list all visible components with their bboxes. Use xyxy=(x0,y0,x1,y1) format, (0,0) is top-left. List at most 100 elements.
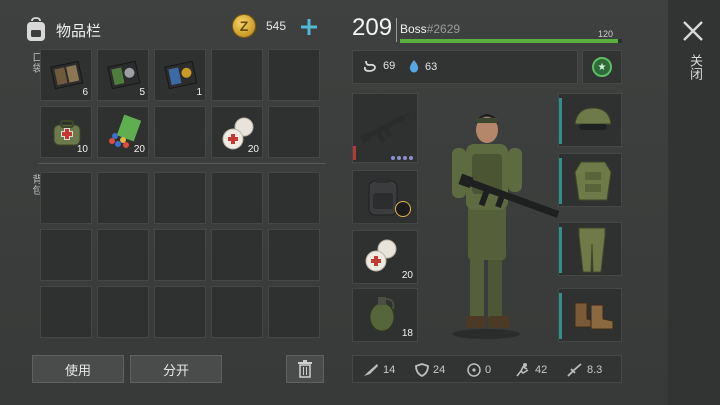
pocket-slot-empty[interactable] xyxy=(211,49,263,101)
xp-bar-fill xyxy=(400,39,618,43)
food-value: 69 xyxy=(383,60,396,72)
coin-amount: 545 xyxy=(266,19,287,33)
stealth-value: 8.3 xyxy=(587,364,603,376)
header-separator xyxy=(396,18,397,42)
speed-stat: 42 xyxy=(513,363,547,377)
player-name-text: Boss xyxy=(400,22,427,36)
police-badge-icon xyxy=(164,60,198,90)
radiation-value: 0 xyxy=(485,364,492,376)
helmet-slot[interactable] xyxy=(558,93,622,147)
boots-icon xyxy=(574,302,614,330)
pocket-slot[interactable]: 1 xyxy=(154,49,206,101)
slot-quantity: 20 xyxy=(247,144,259,155)
backpack-slot-empty[interactable] xyxy=(97,229,149,281)
backpack-equip-slot[interactable] xyxy=(352,170,418,224)
water-stat: 63 xyxy=(409,60,437,73)
backpack-grid xyxy=(40,172,320,338)
xp-bar xyxy=(400,39,622,43)
backpack-slot-empty[interactable] xyxy=(97,286,149,338)
xp-value: 120 xyxy=(598,29,614,39)
durability-marker xyxy=(353,146,356,160)
radiation-icon xyxy=(467,363,481,377)
attack-stat: 14 xyxy=(363,363,395,377)
backpack-icon xyxy=(27,17,45,41)
attack-value: 14 xyxy=(383,364,396,376)
backpack-slot-empty[interactable] xyxy=(40,172,92,224)
speed-value: 42 xyxy=(535,364,548,376)
character-model xyxy=(452,114,560,339)
backpack-slot-empty[interactable] xyxy=(268,229,320,281)
water-value: 63 xyxy=(425,60,438,73)
slot-quantity: 10 xyxy=(76,144,88,155)
backpack-slot-empty[interactable] xyxy=(268,286,320,338)
body-armor-icon xyxy=(574,161,612,201)
running-icon xyxy=(516,363,529,377)
player-name: Boss#2629 xyxy=(400,22,460,36)
pocket-slot[interactable]: 6 xyxy=(40,49,92,101)
backpack-slot-empty[interactable] xyxy=(154,229,206,281)
inventory-title: 物品栏 xyxy=(56,22,102,40)
pocket-slot[interactable]: 5 xyxy=(97,49,149,101)
pocket-slot[interactable]: 10 xyxy=(40,106,92,158)
boots-slot[interactable] xyxy=(558,288,622,342)
helmet-goggles-icon xyxy=(574,107,612,130)
trash-button[interactable] xyxy=(286,355,324,383)
slot-quantity: 6 xyxy=(82,87,88,98)
slot-quantity: 20 xyxy=(133,144,145,155)
backpack-slot-empty[interactable] xyxy=(211,229,263,281)
backpack-slot-empty[interactable] xyxy=(97,172,149,224)
knife-icon xyxy=(364,364,378,376)
stealth-icon xyxy=(567,363,582,377)
camo-pants-icon xyxy=(578,227,606,273)
defense-stat: 24 xyxy=(415,363,445,377)
add-coins-button[interactable] xyxy=(300,18,318,36)
inventory-screen: 物品栏 Z 545 口袋 背包 6 5 1 10 20 20 使用 分开 209… xyxy=(0,0,720,405)
backpack-slot-empty[interactable] xyxy=(211,172,263,224)
pocket-slot-empty[interactable] xyxy=(268,106,320,158)
backpack-slot-empty[interactable] xyxy=(268,172,320,224)
notebook-badge-icon xyxy=(107,60,141,90)
weapon-slot[interactable] xyxy=(352,93,418,163)
bandage-icon xyxy=(365,239,397,272)
coin-icon: Z xyxy=(232,14,256,38)
slot-quantity: 18 xyxy=(401,328,413,339)
attachment-dots xyxy=(391,156,413,160)
assault-rifle-icon xyxy=(359,112,410,144)
inventory-header: 物品栏 xyxy=(24,14,101,46)
perk-button[interactable]: ★ xyxy=(582,50,622,84)
backpack-slot-empty[interactable] xyxy=(154,172,206,224)
backpack-slot-empty[interactable] xyxy=(154,286,206,338)
radiation-stat: 0 xyxy=(467,363,491,377)
water-drop-icon xyxy=(409,60,419,73)
pocket-slot-empty[interactable] xyxy=(268,49,320,101)
grenade-quick-slot[interactable]: 18 xyxy=(352,288,418,342)
trash-icon xyxy=(298,360,312,378)
medical-quick-slot[interactable]: 20 xyxy=(352,230,418,284)
close-icon[interactable] xyxy=(682,20,704,42)
slot-quantity: 5 xyxy=(139,87,145,98)
star-icon: ★ xyxy=(592,57,612,77)
pocket-slot-empty[interactable] xyxy=(154,106,206,158)
upgrade-badge-icon xyxy=(395,201,411,217)
stomach-icon xyxy=(363,60,376,72)
coin-counter: Z 545 xyxy=(232,14,286,38)
shield-icon xyxy=(415,363,429,377)
pocket-grid: 6 5 1 10 20 20 xyxy=(40,49,320,158)
defense-value: 24 xyxy=(433,364,446,376)
pants-slot[interactable] xyxy=(558,222,622,276)
split-button[interactable]: 分开 xyxy=(130,355,222,383)
pocket-slot[interactable]: 20 xyxy=(97,106,149,158)
backpack-slot-empty[interactable] xyxy=(211,286,263,338)
backpack-slot-empty[interactable] xyxy=(40,286,92,338)
use-button[interactable]: 使用 xyxy=(32,355,124,383)
grenade-icon xyxy=(369,297,395,332)
section-divider xyxy=(38,163,326,164)
backpack-slot-empty[interactable] xyxy=(40,229,92,281)
pocket-slot[interactable]: 20 xyxy=(211,106,263,158)
body-slot[interactable] xyxy=(558,153,622,207)
player-level: 209 xyxy=(352,14,393,41)
slot-quantity: 1 xyxy=(196,87,202,98)
player-tag: #2629 xyxy=(426,22,461,36)
close-button-label[interactable]: 关闭 xyxy=(686,54,705,80)
stealth-stat: 8.3 xyxy=(567,363,602,377)
